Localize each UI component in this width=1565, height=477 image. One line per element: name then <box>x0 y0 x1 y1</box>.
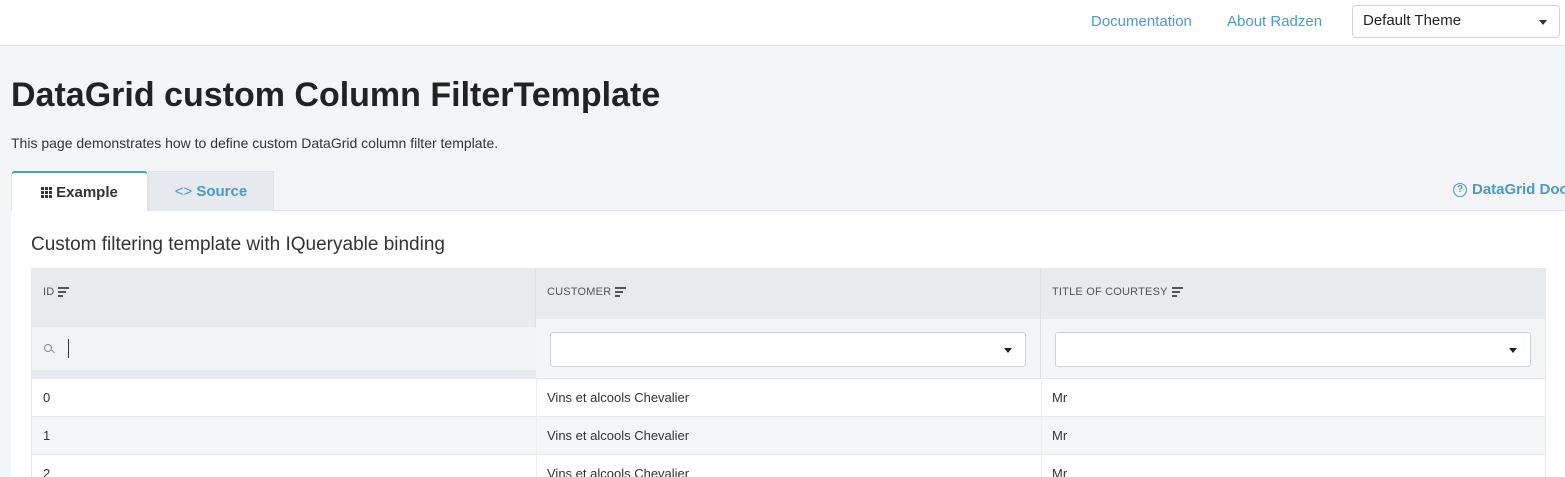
cell-title-of-courtesy: Mr <box>1052 390 1068 405</box>
grid-icon <box>41 187 53 198</box>
column-header-label: CUSTOMER <box>547 286 612 298</box>
example-panel: Custom filtering template with IQueryabl… <box>11 211 1565 477</box>
sort-icon[interactable] <box>58 287 70 297</box>
column-header-id[interactable]: ID <box>32 269 536 327</box>
title-of-courtesy-filter-dropdown[interactable] <box>1055 332 1531 367</box>
column-header-label: TITLE OF COURTESY <box>1052 286 1168 298</box>
datagrid-docs-label: DataGrid Docs <box>1472 181 1565 198</box>
about-radzen-link[interactable]: About Radzen <box>1227 13 1322 30</box>
datagrid-docs-link[interactable]: ? DataGrid Docs <box>1453 181 1565 198</box>
text-cursor <box>68 339 69 358</box>
cell-title-of-courtesy: Mr <box>1052 466 1068 477</box>
documentation-link[interactable]: Documentation <box>1091 13 1192 30</box>
column-header-title-of-courtesy[interactable]: TITLE OF COURTESY <box>1041 269 1545 319</box>
sort-icon[interactable] <box>1171 287 1183 297</box>
page-title: DataGrid custom Column FilterTemplate <box>11 76 661 114</box>
tab-source-label: Source <box>196 183 248 200</box>
column-header-customer[interactable]: CUSTOMER <box>536 269 1041 319</box>
search-icon <box>44 344 52 352</box>
cell-id: 0 <box>43 390 51 405</box>
tab-example[interactable]: Example <box>11 171 148 212</box>
panel-title: Custom filtering template with IQueryabl… <box>31 234 445 255</box>
id-filter-input[interactable] <box>32 327 536 370</box>
filter-divider <box>32 370 536 378</box>
customer-filter-dropdown[interactable] <box>550 332 1026 367</box>
column-divider <box>536 378 537 477</box>
cell-id: 1 <box>43 428 51 443</box>
top-bar: Documentation About Radzen Default Theme <box>0 0 1565 46</box>
column-divider <box>1041 378 1042 477</box>
cell-title-of-courtesy: Mr <box>1052 428 1068 443</box>
cell-customer: Vins et alcools Chevalier <box>547 466 690 477</box>
chevron-down-icon <box>1004 348 1012 353</box>
tab-source[interactable]: <> Source <box>148 171 274 211</box>
table-row[interactable]: 0 Vins et alcools Chevalier Mr <box>32 378 1545 416</box>
page-description: This page demonstrates how to define cus… <box>11 135 499 151</box>
sort-icon[interactable] <box>615 287 627 297</box>
chevron-down-icon <box>1509 348 1517 353</box>
customer-filter-cell <box>536 319 1041 378</box>
cell-customer: Vins et alcools Chevalier <box>547 428 690 443</box>
cell-customer: Vins et alcools Chevalier <box>547 390 690 405</box>
title-filter-cell <box>1041 319 1545 378</box>
table-row[interactable]: 1 Vins et alcools Chevalier Mr <box>32 416 1545 454</box>
code-icon: <> <box>174 183 193 200</box>
cell-id: 2 <box>43 466 51 477</box>
theme-select-value: Default Theme <box>1363 12 1462 29</box>
theme-select[interactable]: Default Theme <box>1352 5 1560 38</box>
table-row[interactable]: 2 Vins et alcools Chevalier Mr <box>32 454 1545 477</box>
tab-example-label: Example <box>56 184 118 201</box>
data-grid: ID CUSTOMER TITLE OF COURTESY 0 Vins et … <box>31 268 1546 477</box>
column-header-label: ID <box>43 286 55 298</box>
chevron-down-icon <box>1539 20 1547 25</box>
help-icon: ? <box>1453 182 1467 197</box>
